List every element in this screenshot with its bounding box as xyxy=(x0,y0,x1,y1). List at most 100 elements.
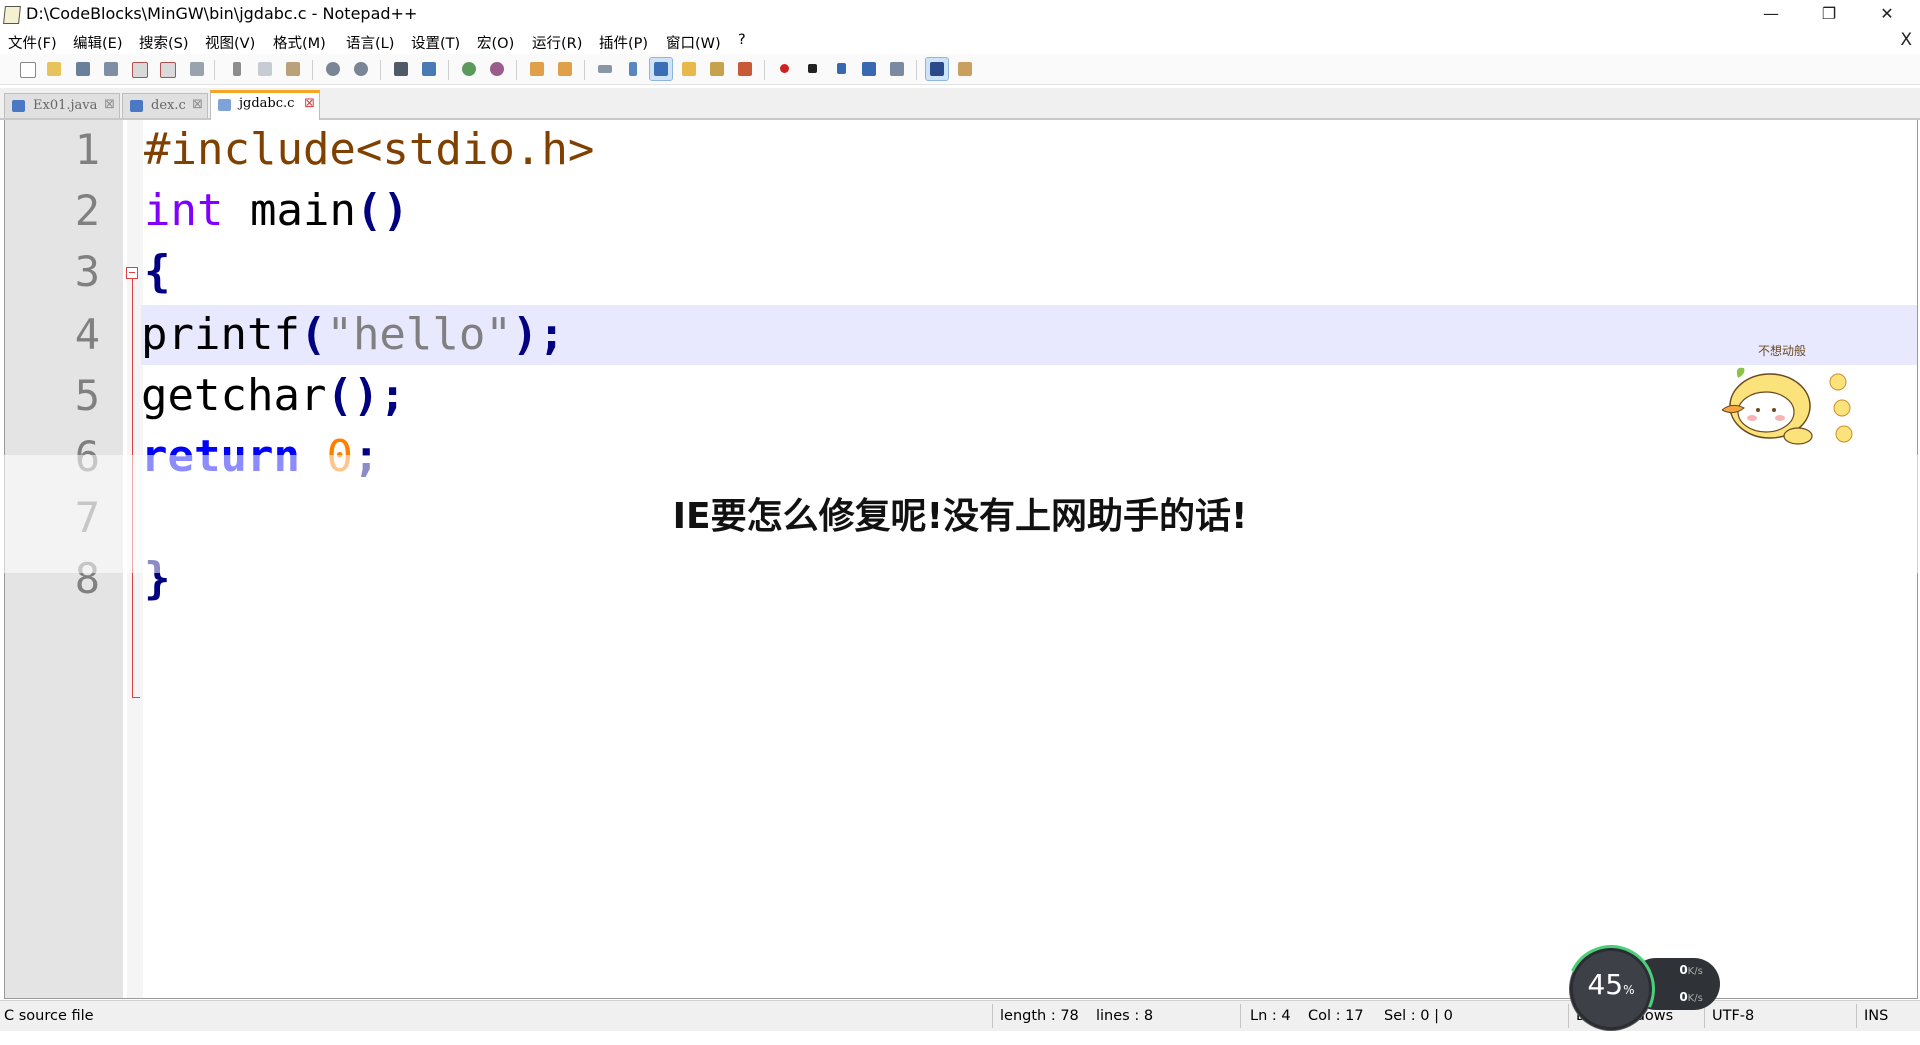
speed-unit: K/s xyxy=(1687,993,1703,1004)
cartoon-sticker: 不想动般 xyxy=(1708,338,1858,458)
string-token: "hello" xyxy=(326,309,512,360)
status-separator xyxy=(1240,1004,1241,1028)
code-line-2: int main() xyxy=(144,181,409,241)
close-document-button[interactable]: X xyxy=(1900,30,1912,50)
line-number: 1 xyxy=(74,125,100,174)
spell-check-icon[interactable] xyxy=(925,57,949,81)
save-icon[interactable] xyxy=(72,58,94,80)
status-insert-mode: INS xyxy=(1864,1008,1889,1024)
menu-view[interactable]: 视图(V) xyxy=(205,32,255,53)
menu-language[interactable]: 语言(L) xyxy=(346,32,394,53)
undo-icon[interactable] xyxy=(322,58,344,80)
menu-edit[interactable]: 编辑(E) xyxy=(73,32,122,53)
line-number: 3 xyxy=(74,247,100,296)
replace-icon[interactable] xyxy=(418,58,440,80)
usage-percent: 45% xyxy=(1570,968,1652,1001)
show-all-characters-icon[interactable] xyxy=(622,58,644,80)
zoom-out-icon[interactable] xyxy=(486,58,508,80)
status-encoding[interactable]: UTF-8 xyxy=(1712,1008,1754,1024)
menu-window[interactable]: 窗口(W) xyxy=(666,32,721,53)
operator-token: ( xyxy=(299,309,327,360)
document-map-icon[interactable] xyxy=(706,58,728,80)
close-file-icon[interactable] xyxy=(128,58,150,80)
maximize-button[interactable]: ❐ xyxy=(1806,0,1852,28)
tab-label: dex.c xyxy=(151,98,186,113)
saved-file-icon xyxy=(218,99,231,111)
type-keyword-token: int xyxy=(144,185,224,236)
identifier-token: printf xyxy=(141,309,300,360)
menu-run[interactable]: 运行(R) xyxy=(532,32,582,53)
copy-icon[interactable] xyxy=(254,58,276,80)
window-title: D:\CodeBlocks\MinGW\bin\jgdabc.c - Notep… xyxy=(26,4,418,23)
tab-dex-c[interactable]: dex.c ⊠ xyxy=(122,93,208,118)
speed-unit: K/s xyxy=(1687,966,1703,977)
tab-jgdabc-c[interactable]: jgdabc.c ⊠ xyxy=(210,90,320,120)
code-line-1: #include<stdio.h> xyxy=(144,120,594,180)
tab-bar: Ex01.java ⊠ dex.c ⊠ jgdabc.c ⊠ xyxy=(0,88,1920,120)
paste-icon[interactable] xyxy=(282,58,304,80)
tab-close-icon[interactable]: ⊠ xyxy=(192,97,203,112)
sync-horizontal-icon[interactable] xyxy=(554,58,576,80)
play-macro-icon[interactable] xyxy=(830,58,852,80)
status-line-number: Ln : 4 xyxy=(1250,1008,1291,1024)
find-icon[interactable] xyxy=(390,58,412,80)
user-defined-language-icon[interactable] xyxy=(678,58,700,80)
menu-search[interactable]: 搜索(S) xyxy=(139,32,189,53)
redo-icon[interactable] xyxy=(350,58,372,80)
save-all-icon[interactable] xyxy=(100,58,122,80)
close-button[interactable]: ✕ xyxy=(1864,0,1910,28)
toolbar-separator xyxy=(380,60,381,80)
overlay-caption: IE要怎么修复呢!没有上网助手的话! xyxy=(672,496,1248,537)
plugin-tool-icon[interactable] xyxy=(954,58,976,80)
menu-file[interactable]: 文件(F) xyxy=(8,32,57,53)
save-macro-icon[interactable] xyxy=(886,58,908,80)
function-list-icon[interactable] xyxy=(734,58,756,80)
status-separator xyxy=(1856,1004,1857,1028)
status-length: length : 78 xyxy=(1000,1008,1079,1024)
zoom-in-icon[interactable] xyxy=(458,58,480,80)
tab-label: jgdabc.c xyxy=(239,96,295,111)
tab-ex01-java[interactable]: Ex01.java ⊠ xyxy=(4,93,120,118)
tab-close-icon[interactable]: ⊠ xyxy=(104,97,115,112)
sync-vertical-icon[interactable] xyxy=(526,58,548,80)
usage-percent-unit: % xyxy=(1623,983,1635,997)
status-selection: Sel : 0 | 0 xyxy=(1384,1008,1453,1024)
status-separator xyxy=(1568,1004,1569,1028)
status-lines: lines : 8 xyxy=(1096,1008,1154,1024)
code-line-5: getchar(); xyxy=(141,366,406,426)
new-file-icon[interactable] xyxy=(16,58,38,80)
line-number: 5 xyxy=(74,371,100,420)
toolbar-separator xyxy=(916,60,917,80)
sticker-text: 不想动般 xyxy=(1758,344,1807,358)
indent-guide-icon[interactable] xyxy=(649,57,673,81)
menu-macro[interactable]: 宏(O) xyxy=(477,32,514,53)
code-line-3: { xyxy=(144,242,171,302)
operator-token: (); xyxy=(326,370,406,421)
upload-value: 0 xyxy=(1679,963,1688,977)
cut-icon[interactable] xyxy=(226,58,248,80)
status-separator xyxy=(992,1004,993,1028)
record-macro-icon[interactable] xyxy=(774,58,796,80)
minimize-button[interactable]: — xyxy=(1748,0,1794,28)
word-wrap-icon[interactable] xyxy=(594,58,616,80)
usage-percent-value: 45 xyxy=(1587,968,1624,1001)
tab-label: Ex01.java xyxy=(33,98,98,113)
toolbar-separator xyxy=(764,60,765,80)
close-all-icon[interactable] xyxy=(156,58,178,80)
print-icon[interactable] xyxy=(186,58,208,80)
menu-help[interactable]: ? xyxy=(738,32,746,48)
toolbar-separator xyxy=(312,60,313,80)
fold-guide-end xyxy=(132,697,140,698)
open-file-icon[interactable] xyxy=(43,58,65,80)
saved-file-icon xyxy=(130,100,143,112)
menu-settings[interactable]: 设置(T) xyxy=(411,32,460,53)
download-value: 0 xyxy=(1679,990,1688,1004)
line-number: 4 xyxy=(74,310,100,359)
menu-format[interactable]: 格式(M) xyxy=(273,32,326,53)
stop-macro-icon[interactable] xyxy=(802,58,824,80)
run-macro-multiple-icon[interactable] xyxy=(858,58,880,80)
menu-plugins[interactable]: 插件(P) xyxy=(599,32,648,53)
tab-close-icon[interactable]: ⊠ xyxy=(304,96,315,111)
identifier-token: main xyxy=(223,185,356,236)
toolbar-separator xyxy=(448,60,449,80)
